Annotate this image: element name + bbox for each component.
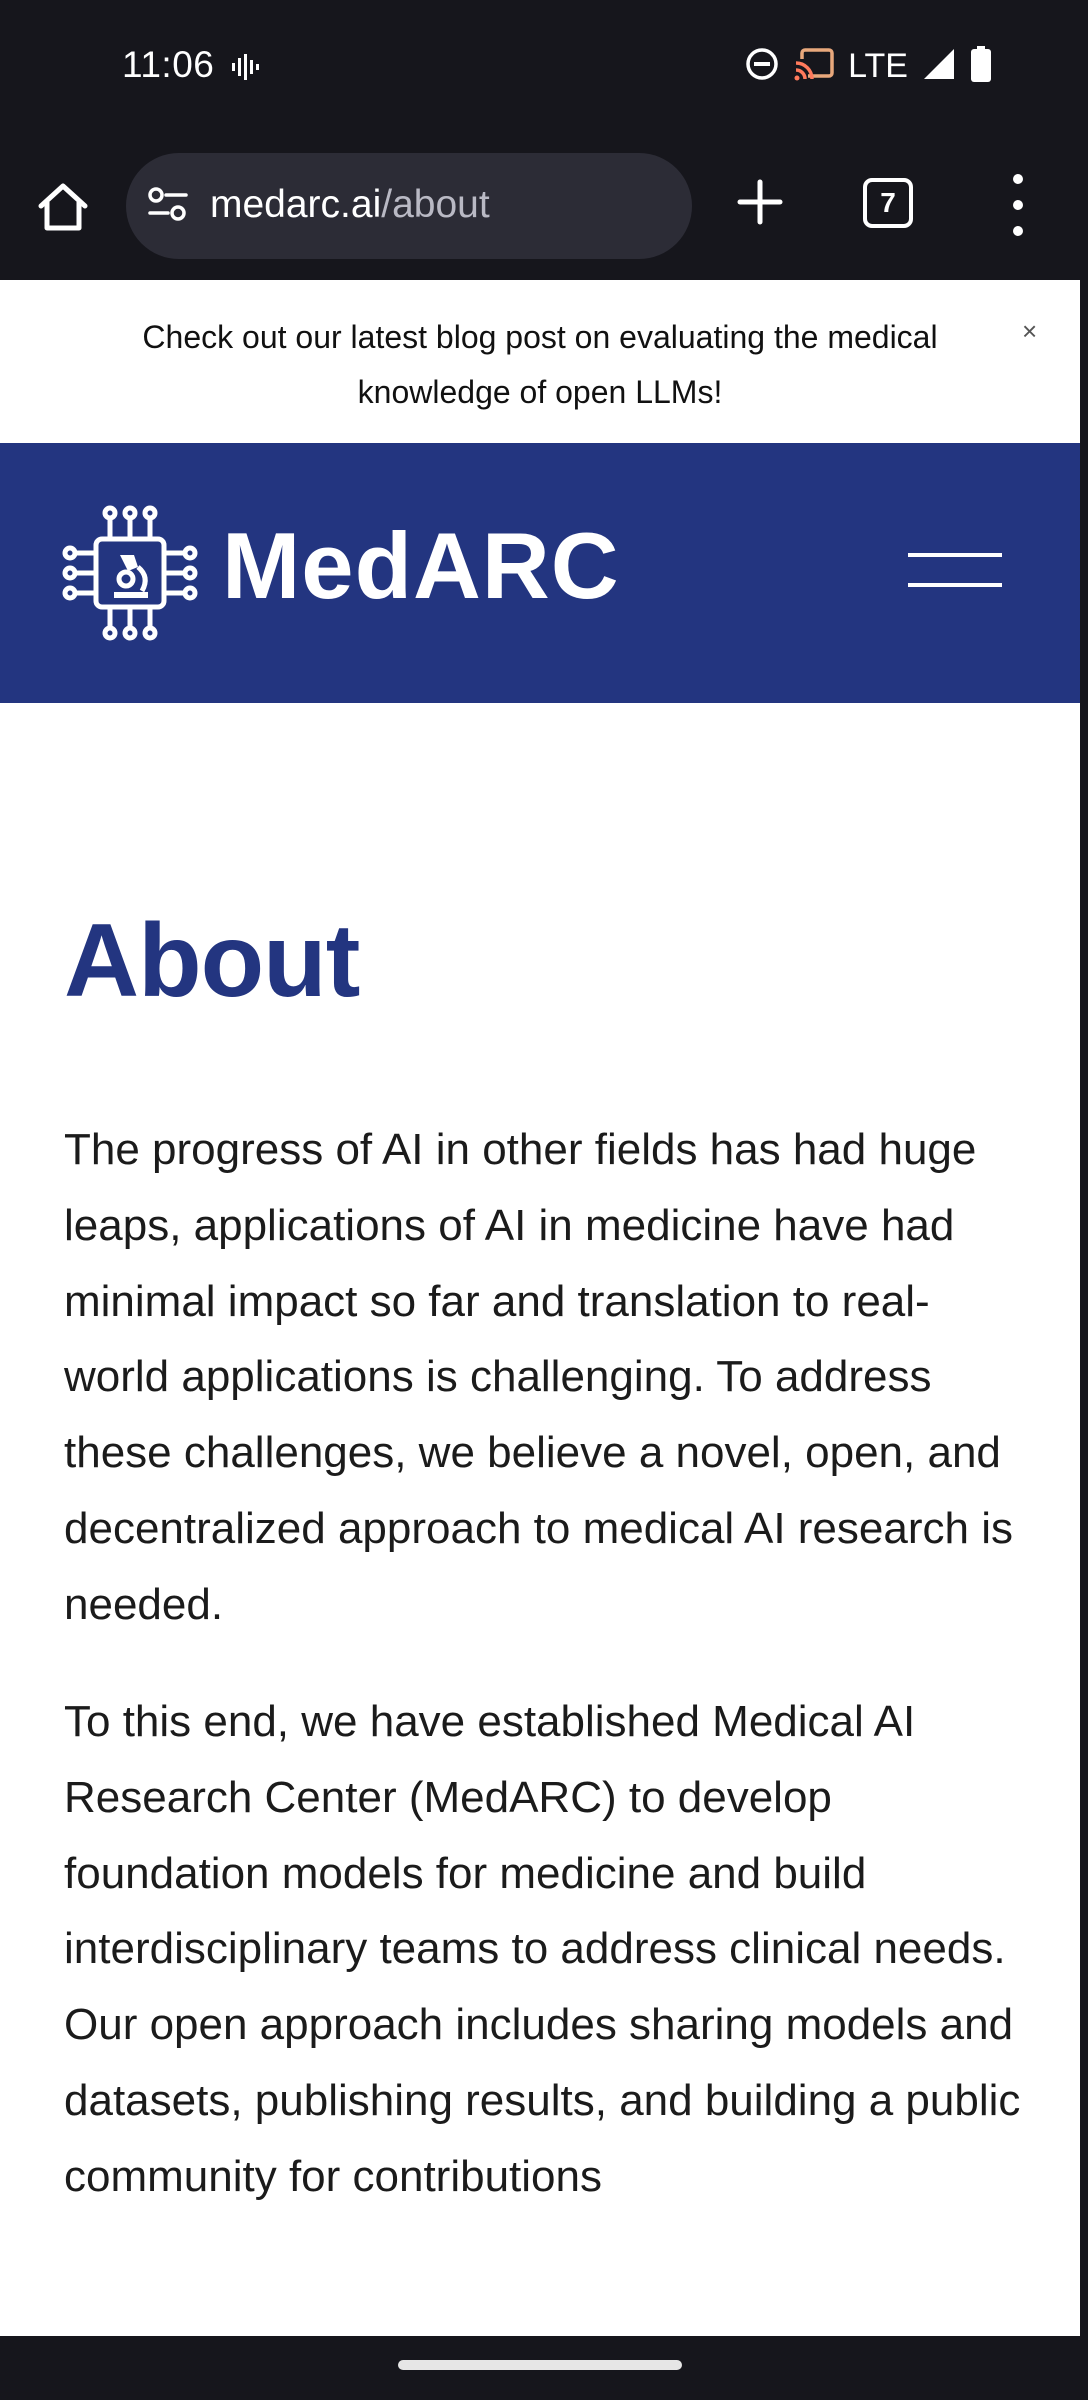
url-bar[interactable]: medarc.ai/about bbox=[126, 153, 692, 259]
do-not-disturb-icon bbox=[744, 46, 780, 87]
page-title: About bbox=[64, 903, 360, 1019]
status-time: 11:06 bbox=[122, 44, 215, 85]
banner-text[interactable]: Check out our latest blog post on evalua… bbox=[100, 310, 980, 420]
tab-switcher-button[interactable]: 7 bbox=[863, 178, 913, 228]
announcement-banner[interactable]: Check out our latest blog post on evalua… bbox=[0, 280, 1080, 443]
url-host: medarc.ai bbox=[210, 183, 382, 226]
home-button[interactable] bbox=[28, 172, 98, 242]
url-text[interactable]: medarc.ai/about bbox=[210, 183, 490, 227]
status-icons: LTE bbox=[744, 46, 992, 87]
site-settings-icon[interactable] bbox=[146, 185, 190, 230]
web-page: Check out our latest blog post on evalua… bbox=[0, 280, 1080, 2336]
home-icon bbox=[38, 183, 88, 231]
close-icon[interactable]: × bbox=[1022, 316, 1037, 347]
page-edge bbox=[1080, 280, 1088, 2336]
new-tab-button[interactable] bbox=[725, 167, 795, 237]
network-type: LTE bbox=[848, 47, 908, 85]
plus-icon bbox=[737, 179, 783, 225]
about-paragraph-2: To this end, we have established Medical… bbox=[64, 1697, 1021, 2201]
waveform-icon bbox=[230, 52, 260, 87]
status-bar: 11:06 LTE bbox=[0, 0, 1088, 132]
signal-icon bbox=[922, 47, 956, 86]
browser-toolbar: medarc.ai/about 7 bbox=[0, 132, 1088, 280]
chip-microscope-logo-icon[interactable] bbox=[62, 505, 198, 646]
tab-count: 7 bbox=[880, 187, 896, 218]
about-paragraph-1: The progress of AI in other fields has h… bbox=[64, 1125, 1013, 1629]
gesture-nav-bar bbox=[0, 2336, 1088, 2400]
more-vert-icon[interactable] bbox=[998, 170, 1038, 240]
cast-icon bbox=[794, 47, 834, 86]
url-path: /about bbox=[381, 183, 490, 226]
site-logo-text[interactable]: MedARC bbox=[222, 511, 620, 621]
site-header: MedARC bbox=[0, 443, 1080, 703]
home-gesture-handle[interactable] bbox=[398, 2360, 682, 2370]
hamburger-menu-icon[interactable] bbox=[908, 553, 1002, 591]
battery-icon bbox=[970, 46, 992, 87]
